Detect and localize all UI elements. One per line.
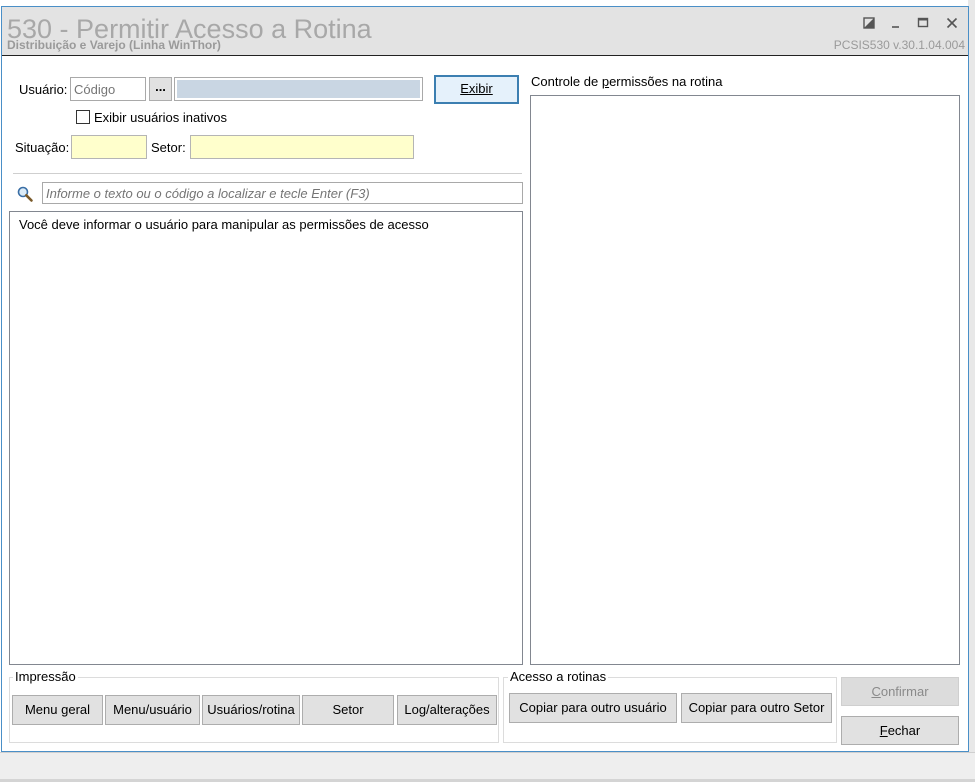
usuario-nome-field (174, 77, 423, 101)
setor-label: Setor: (151, 140, 186, 155)
usuario-codigo-input[interactable] (70, 77, 146, 101)
exibir-inativos-label: Exibir usuários inativos (94, 110, 227, 125)
title-bar[interactable]: 530 - Permitir Acesso a Rotina Distribui… (2, 7, 968, 55)
exibir-button[interactable]: Exibir (434, 75, 519, 104)
title-separator (2, 55, 968, 56)
exibir-button-label: Exibir (460, 81, 493, 96)
background-right-edge (968, 0, 975, 782)
user-permissions-panel[interactable]: Você deve informar o usuário para manipu… (9, 211, 523, 665)
impressao-group-title: Impressão (13, 669, 78, 685)
status-bar (0, 752, 975, 782)
version-label: PCSIS530 v.30.1.04.004 (833, 38, 965, 52)
situacao-label: Situação: (15, 140, 70, 155)
situacao-input[interactable] (71, 135, 147, 159)
close-icon[interactable] (942, 15, 962, 33)
search-input[interactable] (42, 182, 523, 204)
menu-geral-button[interactable]: Menu geral (12, 695, 103, 725)
permissions-title: Controle de permissões na rotina (531, 74, 723, 89)
browse-usuario-button[interactable]: ... (149, 77, 172, 101)
exibir-inativos-checkbox[interactable] (76, 110, 90, 124)
log-alteracoes-button[interactable]: Log/alterações (397, 695, 497, 725)
setor-button[interactable]: Setor (302, 695, 394, 725)
main-window: 530 - Permitir Acesso a Rotina Distribui… (1, 6, 969, 752)
menu-usuario-button[interactable]: Menu/usuário (105, 695, 200, 725)
search-icon[interactable] (16, 185, 36, 205)
info-message: Você deve informar o usuário para manipu… (19, 217, 429, 232)
permissions-tree-panel[interactable] (530, 95, 960, 665)
setor-input[interactable] (190, 135, 414, 159)
minimize-icon[interactable] (886, 15, 906, 33)
fechar-button[interactable]: Fechar (841, 716, 959, 745)
copiar-setor-button[interactable]: Copiar para outro Setor (681, 693, 832, 723)
window-subtitle: Distribuição e Varejo (Linha WinThor) (7, 38, 221, 52)
restore-icon[interactable] (859, 15, 879, 33)
copiar-usuario-button[interactable]: Copiar para outro usuário (509, 693, 677, 723)
acesso-rotinas-group-title: Acesso a rotinas (508, 669, 609, 685)
usuarios-rotina-button[interactable]: Usuários/rotina (202, 695, 300, 725)
usuario-label: Usuário: (19, 82, 68, 97)
form-divider (13, 173, 522, 174)
confirmar-button[interactable]: Confirmar (841, 677, 959, 706)
maximize-icon[interactable] (913, 15, 933, 33)
